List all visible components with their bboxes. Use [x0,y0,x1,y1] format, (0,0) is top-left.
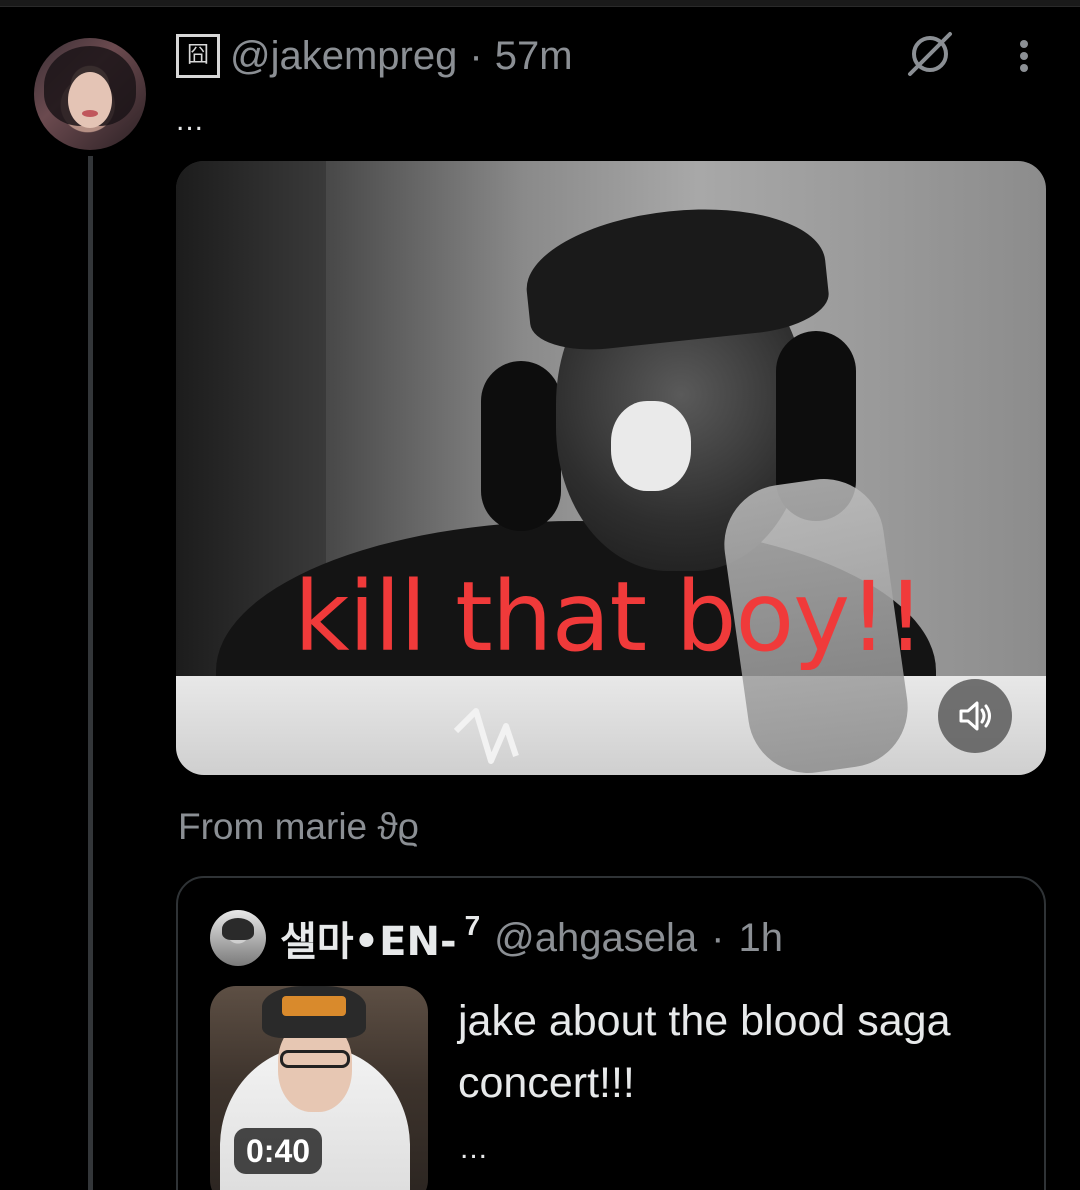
author-avatar[interactable] [34,38,146,150]
video-desk [176,676,1046,775]
avatar-lips [82,110,98,117]
video-headphone-left [481,361,561,531]
author-handle[interactable]: @jakempreg [230,34,457,79]
thumb-glasses [280,1050,350,1068]
video-duration-badge: 0:40 [234,1128,323,1174]
video-person-mouth [611,401,691,491]
tweet-timestamp[interactable]: 57m [495,34,573,79]
quoted-tweet-header: 샐마•EN- 7 @ahgasela · 1h [210,908,783,968]
thread-connector-line [88,156,93,1190]
speaker-icon [959,701,991,731]
video-caption: kill that boy!! [294,561,925,673]
grok-icon[interactable] [904,28,956,80]
quoted-tweet-text: jake about the blood saga concert!!! [458,997,951,1107]
quoted-author-handle[interactable]: @ahgasela [494,916,697,961]
more-options-icon[interactable] [1004,36,1044,76]
header-separator: · [469,33,483,78]
thumb-hat-logo [282,996,346,1016]
video-attribution[interactable]: From marie ϑϱ [178,806,419,848]
shirt-logo-icon [453,708,519,764]
quoted-video-thumbnail[interactable]: 0:40 [210,986,428,1190]
tweet-thread-screen: 囧 @jakempreg · 57m ... kill that boy!! F… [0,0,1080,1190]
tweet-text-ellipsis: ... [176,104,205,137]
quoted-author-name-superscript: 7 [464,910,481,941]
tweet-header: 囧 @jakempreg · 57m [176,28,573,84]
avatar-face [68,72,112,128]
quoted-tweet-ellipsis: ... [460,1132,489,1165]
quoted-author-name[interactable]: 샐마•EN- [280,909,457,967]
handle-glyph-icon: 囧 [176,34,220,78]
quoted-tweet-timestamp[interactable]: 1h [738,916,783,961]
top-divider [0,0,1080,7]
quoted-author-avatar[interactable] [210,910,266,966]
quoted-tweet-card[interactable]: 샐마•EN- 7 @ahgasela · 1h 0:40 jake about … [176,876,1046,1190]
quoted-header-separator: · [711,915,725,960]
tweet-video[interactable]: kill that boy!! [176,161,1046,775]
volume-button[interactable] [938,679,1012,753]
